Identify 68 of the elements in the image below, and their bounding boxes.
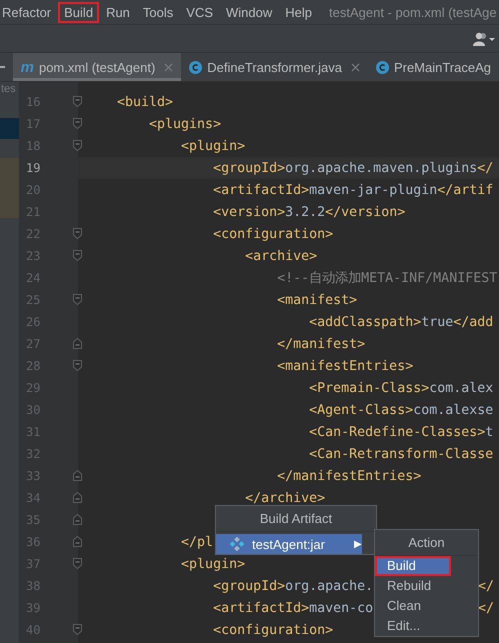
- fold-icon[interactable]: [73, 492, 82, 503]
- fold-icon[interactable]: [73, 536, 82, 547]
- menu-item[interactable]: Run: [100, 2, 136, 22]
- code-line: <groupId>org.apache.maven.plugins</: [212, 160, 494, 176]
- code-line: </archive>: [244, 490, 326, 506]
- code-line: <artifactId>maven-co: [212, 600, 374, 616]
- menu-item[interactable]: Tools: [136, 2, 180, 22]
- menu-item[interactable]: Build: [375, 556, 451, 576]
- code-line: <Can-Redefine-Classes>t: [308, 424, 494, 440]
- close-icon[interactable]: [164, 62, 174, 72]
- code-line: </manifest>: [276, 336, 366, 352]
- editor-tab[interactable]: PreMainTraceAg: [368, 53, 499, 81]
- menu-item[interactable]: Rebuild: [375, 576, 478, 596]
- submenu-arrow: ▶: [354, 538, 362, 550]
- fold-icon[interactable]: [73, 118, 82, 129]
- fold-icon[interactable]: [73, 294, 82, 305]
- menu-item[interactable]: Build: [58, 2, 100, 22]
- fold-icon[interactable]: [73, 470, 82, 481]
- code-line: <manifest>: [276, 292, 358, 308]
- code-line: <groupId>org.apache.: [212, 578, 374, 594]
- class-icon: [376, 60, 389, 74]
- project-label: tes: [1, 83, 16, 95]
- fold-icon[interactable]: [73, 338, 82, 349]
- code-line: <Can-Retransform-Classe: [308, 446, 494, 462]
- fold-icon[interactable]: [73, 250, 82, 261]
- artifact-icon: [230, 537, 244, 551]
- code-fragment: </: [478, 600, 494, 616]
- code-line: <plugin>: [180, 556, 246, 572]
- fold-icon[interactable]: [73, 228, 82, 239]
- menu-item[interactable]: VCS: [180, 2, 220, 22]
- code-line: <Agent-Class>com.alexse: [308, 402, 494, 418]
- popup-title: Build Artifact: [216, 506, 376, 532]
- menu-item[interactable]: Refactor: [0, 2, 58, 22]
- menu-item[interactable]: Help: [279, 2, 318, 22]
- code-fragment: </: [478, 578, 494, 594]
- line-number: 19: [26, 161, 40, 175]
- code-line: <addClasspath>true</add: [308, 314, 494, 330]
- code-line: <configuration>: [212, 622, 334, 638]
- fold-icon[interactable]: [73, 624, 82, 635]
- popup-item[interactable]: testAgent:jar ▶: [216, 534, 362, 554]
- menu-item[interactable]: Edit...: [375, 616, 478, 636]
- code-line: <archive>: [244, 248, 318, 264]
- close-icon[interactable]: [350, 62, 360, 72]
- changed-block: [0, 158, 19, 218]
- code-line: <manifestEntries>: [276, 358, 414, 374]
- fold-icon[interactable]: [73, 360, 82, 371]
- code-line: <version>3.2.2</version>: [212, 204, 406, 220]
- code-line: <build>: [117, 94, 174, 110]
- class-icon: [189, 60, 202, 74]
- code-line: <!--自动添加META-INF/MANIFEST: [276, 270, 498, 287]
- code-line: </pl: [180, 534, 214, 550]
- fold-icon[interactable]: [73, 140, 82, 151]
- code-line: <artifactId>maven-jar-plugin</artif: [212, 182, 494, 198]
- window-title: testAgent - pom.xml (testAge: [329, 4, 497, 20]
- fold-icon[interactable]: [73, 96, 82, 107]
- fold-icon[interactable]: [73, 514, 82, 525]
- menu-item[interactable]: Clean: [375, 596, 478, 616]
- editor-tab[interactable]: m pom.xml (testAgent): [12, 53, 182, 81]
- code-line: <plugins>: [148, 116, 222, 132]
- fold-icon[interactable]: [73, 558, 82, 569]
- code-line: <configuration>: [212, 226, 334, 242]
- code-line: <plugin>: [180, 138, 246, 154]
- code-line: <Premain-Class>com.alex: [308, 380, 494, 396]
- editor-tab[interactable]: DefineTransformer.java: [181, 53, 368, 81]
- menu-item[interactable]: Window: [220, 2, 278, 22]
- maven-icon: m: [20, 58, 34, 76]
- user-icon[interactable]: [473, 32, 495, 46]
- code-line: </manifestEntries>: [276, 468, 422, 484]
